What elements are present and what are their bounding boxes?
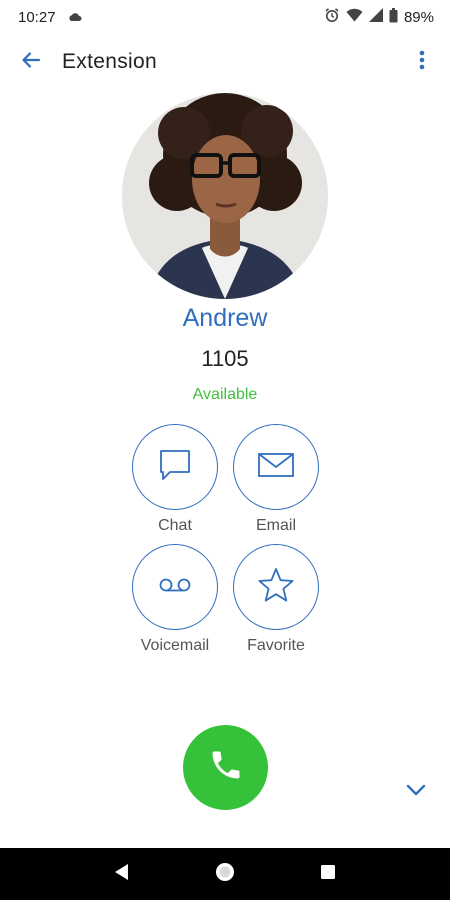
phone-icon <box>208 747 244 788</box>
chat-bubble-icon <box>155 445 195 490</box>
call-button[interactable] <box>183 725 268 810</box>
nav-back-button[interactable] <box>102 854 142 894</box>
email-action: Email <box>221 424 331 535</box>
availability-status: Available <box>192 386 258 403</box>
status-time: 10:27 <box>18 8 56 26</box>
favorite-label: Favorite <box>247 637 305 654</box>
voicemail-button[interactable] <box>132 544 218 630</box>
nav-recents-button[interactable] <box>308 854 348 894</box>
expand-button[interactable] <box>398 776 434 808</box>
back-button[interactable] <box>0 34 62 90</box>
email-label: Email <box>255 517 296 534</box>
star-icon <box>257 566 295 609</box>
page-title: Extension <box>62 50 157 73</box>
chat-button[interactable] <box>132 424 218 510</box>
app-bar: Extension <box>0 34 450 90</box>
favorite-action: Favorite <box>221 544 331 655</box>
square-recents-icon <box>320 864 336 885</box>
battery-icon <box>389 7 398 27</box>
voicemail-label: Voicemail <box>140 637 210 654</box>
avatar <box>122 93 328 299</box>
signal-icon <box>368 8 383 26</box>
favorite-button[interactable] <box>233 544 319 630</box>
arrow-left-icon <box>20 49 42 76</box>
system-nav-bar <box>0 848 450 900</box>
contact-extension: 1105 <box>201 346 249 371</box>
cloud-icon <box>68 9 82 26</box>
more-vert-icon <box>419 50 425 75</box>
alarm-icon <box>324 7 340 27</box>
more-options-button[interactable] <box>402 42 442 82</box>
chat-label: Chat <box>158 517 192 534</box>
status-bar: 10:27 89% <box>0 0 450 34</box>
voicemail-icon <box>158 577 192 598</box>
voicemail-action: Voicemail <box>120 544 230 655</box>
wifi-icon <box>346 8 363 26</box>
envelope-icon <box>257 451 295 484</box>
email-button[interactable] <box>233 424 319 510</box>
nav-home-button[interactable] <box>205 854 245 894</box>
circle-home-icon <box>214 861 236 888</box>
triangle-back-icon <box>114 863 130 886</box>
chevron-down-icon <box>406 783 426 801</box>
contact-name: Andrew <box>182 304 268 332</box>
chat-action: Chat <box>120 424 230 535</box>
battery-percent: 89% <box>403 8 434 26</box>
